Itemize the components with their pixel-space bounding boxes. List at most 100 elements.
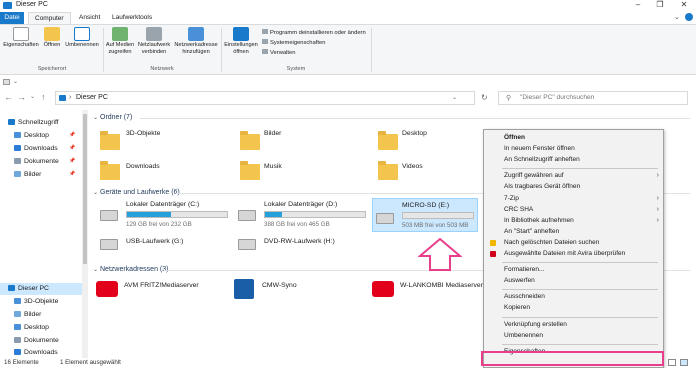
folder-icon (100, 131, 120, 150)
folder-desktop[interactable]: Desktop (378, 130, 478, 152)
close-button[interactable]: ✕ (675, 0, 693, 11)
collapse-chevron-icon[interactable]: ⌄ (93, 266, 98, 273)
up-arrow-icon[interactable]: ↑ (41, 92, 46, 102)
drive-d[interactable]: Lokaler Datenträger (D:) 388 GB frei von… (238, 200, 373, 230)
nav-item-downloads[interactable]: Downloads (14, 144, 58, 154)
menu-item[interactable]: In neuem Fenster öffnen (484, 144, 663, 154)
scrollbar-thumb[interactable] (83, 114, 87, 264)
manage-button[interactable]: Verwalten (262, 49, 295, 56)
forward-icon[interactable]: → (17, 92, 26, 102)
network-avm-fritz[interactable]: AVM FRITZ!Mediaserver (96, 278, 234, 300)
rename-button[interactable]: Umbenennen (64, 25, 100, 49)
search-placeholder: "Dieser PC" durchsuchen (520, 94, 595, 101)
properties-highlight-box (481, 351, 664, 366)
menu-separator (502, 343, 658, 345)
folder-icon (240, 161, 260, 180)
properties-label: Eigenschaften (3, 42, 39, 48)
menu-item[interactable]: An Schnellzugriff anheften (484, 155, 663, 165)
drive-e-selected[interactable]: MICRO-SD (E:) 503 MB frei von 503 MB (372, 198, 478, 232)
network-label: W-LANKOMBI Mediaserver (400, 282, 483, 289)
folder-bilder[interactable]: Bilder (240, 130, 380, 152)
menu-item[interactable]: Umbenennen (484, 331, 663, 341)
menu-item[interactable]: 7-Zip › (484, 194, 663, 204)
tab-datei[interactable]: Datei (0, 12, 24, 24)
chevron-down-icon[interactable]: ⌄ (452, 94, 457, 101)
menu-item-label: An Schnellzugriff anheften (504, 156, 580, 164)
tab-laufwerktools[interactable]: Laufwerktools (106, 12, 158, 24)
help-icon[interactable] (685, 13, 693, 21)
menu-item[interactable]: Auswerfen (484, 276, 663, 286)
download-icon (14, 349, 21, 355)
chevron-down-icon[interactable]: ⌄ (30, 93, 35, 100)
open-settings-button[interactable]: Einstellungen öffnen (222, 25, 260, 55)
nav-item-desktop-pc[interactable]: Desktop (14, 323, 49, 333)
system-properties-label: Systemeigenschaften (270, 40, 326, 46)
map-drive-button[interactable]: Netzlaufwerk verbinden (136, 25, 172, 55)
chevron-down-icon[interactable]: ⌄ (13, 78, 18, 85)
media-access-button[interactable]: Auf Medien zugreifen (104, 25, 136, 55)
collapse-chevron-icon[interactable]: ⌄ (93, 114, 98, 121)
folder-videos[interactable]: Videos (378, 160, 478, 182)
tab-computer[interactable]: Computer (28, 12, 71, 24)
menu-item[interactable]: Ausschneiden (484, 292, 663, 302)
menu-item[interactable]: Ausgewählte Dateien mit Avira überprüfen (484, 249, 663, 259)
nav-item-downloads-pc[interactable]: Downloads (14, 348, 58, 357)
drive-label: DVD-RW-Laufwerk (H:) (264, 238, 335, 245)
drive-c[interactable]: Lokaler Datenträger (C:) 129 GB frei von… (100, 200, 235, 230)
menu-item[interactable]: CRC SHA › (484, 205, 663, 215)
nav-label: Dieser PC (18, 285, 49, 292)
menu-item[interactable]: Als tragbares Gerät öffnen (484, 182, 663, 192)
tab-ansicht[interactable]: Ansicht (73, 12, 106, 24)
folder-icon (378, 161, 398, 180)
breadcrumb-chevron-icon[interactable]: › (69, 94, 71, 101)
menu-item[interactable]: In Bibliothek aufnehmen › (484, 216, 663, 226)
properties-button[interactable]: Eigenschaften (2, 25, 40, 49)
drive-icon (100, 210, 118, 221)
details-view-icon[interactable] (668, 359, 676, 366)
nav-item-dokumente[interactable]: Dokumente (14, 157, 59, 167)
tiles-view-icon[interactable] (680, 359, 688, 366)
program-icon (262, 29, 268, 34)
menu-item[interactable]: Öffnen (484, 133, 663, 143)
add-network-location-button[interactable]: Netzwerkadresse hinzufügen (172, 25, 220, 55)
menu-separator (502, 316, 658, 318)
folder-downloads[interactable]: Downloads (100, 160, 240, 182)
search-input[interactable]: ⚲ "Dieser PC" durchsuchen (498, 91, 688, 105)
menu-item[interactable]: Kopieren (484, 303, 663, 313)
back-icon[interactable]: ← (4, 92, 13, 102)
section-header-drives[interactable]: Geräte und Laufwerke (6) (100, 189, 180, 196)
menu-item[interactable]: Formatieren... (484, 265, 663, 275)
folder-3d-objekte[interactable]: 3D-Objekte (100, 130, 240, 152)
nav-item-schnellzugriff[interactable]: Schnellzugriff (8, 118, 59, 128)
nav-item-dieser-pc[interactable]: Dieser PC (8, 284, 49, 294)
drive-g[interactable]: USB-Laufwerk (G:) (100, 236, 235, 252)
collapse-chevron-icon[interactable]: ⌄ (93, 189, 98, 196)
refresh-icon[interactable]: ↻ (481, 93, 488, 102)
menu-item[interactable]: Nach gelöschten Dateien suchen (484, 238, 663, 248)
folder-musik[interactable]: Musik (240, 160, 380, 182)
nav-item-desktop[interactable]: Desktop (14, 131, 49, 141)
section-header-network[interactable]: Netzwerkadressen (3) (100, 266, 168, 273)
nav-item-bilder[interactable]: Bilder (14, 170, 41, 180)
network-cmw-syno[interactable]: CMW-Syno (234, 278, 372, 300)
open-button[interactable]: Öffnen (40, 25, 64, 49)
drive-h[interactable]: DVD-RW-Laufwerk (H:) (238, 236, 373, 252)
address-bar[interactable]: › Dieser PC ⌄ (55, 91, 475, 105)
properties-icon[interactable] (3, 79, 10, 85)
system-properties-button[interactable]: Systemeigenschaften (262, 39, 325, 46)
breadcrumb[interactable]: Dieser PC (76, 94, 108, 101)
menu-item[interactable]: An "Start" anheften (484, 227, 663, 237)
minimize-button[interactable]: – (629, 0, 647, 11)
menu-item[interactable]: Zugriff gewähren auf › (484, 171, 663, 181)
nav-item-3d-objekte[interactable]: 3D-Objekte (14, 297, 58, 307)
nav-item-dokumente-pc[interactable]: Dokumente (14, 336, 59, 346)
menu-item[interactable]: Verknüpfung erstellen (484, 320, 663, 330)
nav-label: Desktop (24, 324, 49, 331)
chevron-down-icon[interactable]: ⌄ (674, 13, 680, 21)
network-w-lankombi[interactable]: W-LANKOMBI Mediaserver (372, 278, 483, 300)
section-header-folders[interactable]: Ordner (7) (100, 114, 132, 121)
dvd-drive-icon (238, 239, 256, 250)
nav-item-bilder-pc[interactable]: Bilder (14, 310, 41, 320)
maximize-button[interactable]: ❐ (651, 0, 669, 11)
uninstall-program-button[interactable]: Programm deinstallieren oder ändern (262, 29, 366, 36)
